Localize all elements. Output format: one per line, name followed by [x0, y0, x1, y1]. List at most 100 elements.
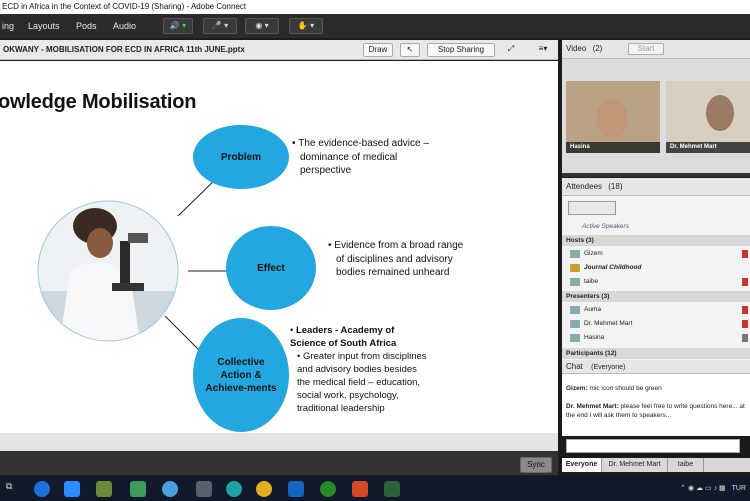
mic-status-icon [742, 278, 748, 286]
taskbar: ⧉ ⌃ ◉ ☁ ▭ ♪ ▦ TUR [0, 477, 750, 501]
effect-circle: Effect [226, 226, 316, 310]
excel-icon[interactable] [384, 481, 400, 497]
video-label: Hasina [566, 142, 660, 153]
attendee-row[interactable]: Journal Childhood [562, 261, 750, 275]
share-pod-title: OKWANY - MOBILISATION FOR ECD IN AFRICA … [3, 45, 245, 54]
chat-title: Chat [566, 362, 583, 371]
bullet-effect: • Evidence from a broad range of discipl… [328, 240, 464, 278]
bullet-collective-body: Greater input from disciplines and advis… [297, 351, 427, 414]
mic-status-icon [742, 334, 748, 342]
participants-group-header[interactable]: Participants (12) [562, 348, 750, 359]
outlook-icon[interactable] [288, 481, 304, 497]
attendees-count: (18) [608, 182, 623, 191]
chat-tab-everyone[interactable]: Everyone [562, 458, 602, 472]
bullet-problem: • The evidence-based advice – dominance … [292, 138, 429, 176]
scientist-image [38, 201, 178, 341]
system-tray: ⌃ ◉ ☁ ▭ ♪ ▦ TUR [680, 477, 746, 501]
problem-circle: Problem [193, 125, 289, 189]
effect-label: Effect [257, 262, 285, 274]
presenter-icon [570, 334, 580, 342]
zoom-icon[interactable] [64, 481, 80, 497]
fullscreen-icon[interactable]: ⤢ [504, 43, 518, 57]
attendee-row[interactable]: Gizem [562, 247, 750, 261]
active-speakers-row: Active Speakers [582, 223, 629, 230]
mic-status-icon [742, 306, 748, 314]
menu-item-meeting[interactable]: ing [2, 14, 14, 38]
view-toggle-group[interactable] [568, 201, 616, 215]
app-icon[interactable] [130, 481, 146, 497]
host-icon [570, 278, 580, 286]
video-pod-header: Video (2) Start [562, 40, 750, 59]
attendee-row[interactable]: Dr. Mehmet Mart [562, 317, 750, 331]
menu-item-audio[interactable]: Audio [113, 14, 136, 38]
raise-hand-button[interactable]: ✋ ▾ [289, 18, 323, 34]
task-view-icon[interactable]: ⧉ [6, 481, 22, 497]
chat-message: Gizem: mic icon should be green [566, 385, 662, 392]
collective-action-circle: Collective Action & Achieve-ments [193, 318, 289, 432]
video-count: (2) [592, 44, 603, 53]
skype-icon[interactable] [162, 481, 178, 497]
shared-slide: owledge Mobilisation Problem Effect Coll… [0, 61, 558, 433]
chat-pod-header: Chat (Everyone) [562, 360, 750, 374]
mehmet-face [706, 95, 734, 131]
accessibility-icon[interactable] [34, 481, 50, 497]
window-title: ECD in Africa in the Context of COVID-19… [2, 2, 247, 11]
chat-scope: (Everyone) [591, 364, 626, 371]
hasina-face [596, 99, 628, 139]
video-tile-hasina[interactable]: Hasina [566, 81, 660, 153]
mic-status-icon [742, 250, 748, 258]
host-icon [570, 250, 580, 258]
video-pod-title: Video [566, 44, 587, 53]
video-area: Hasina Dr. Mehmet Mart [562, 59, 750, 173]
bullet-collective-head: Leaders - Academy of Science of South Af… [290, 325, 397, 349]
chat-tab-mehmet[interactable]: Dr. Mehmet Mart [602, 458, 668, 472]
chat-tabs: Everyone Dr. Mehmet Mart taibe [562, 458, 750, 472]
sync-button[interactable]: Sync [520, 457, 552, 473]
whatsapp-icon[interactable] [320, 481, 336, 497]
bullet-collective: • Leaders - Academy of Science of South … [290, 325, 427, 414]
pod-menu-icon[interactable]: ≡▾ [536, 43, 550, 57]
problem-label: Problem [220, 151, 261, 163]
collective-action-label: Collective Action & Achieve-ments [205, 356, 277, 394]
tray-icons[interactable]: ⌃ ◉ ☁ ▭ ♪ ▦ [680, 485, 725, 492]
camera-button[interactable]: ◉ ▾ [245, 18, 279, 34]
chrome-icon[interactable] [256, 481, 272, 497]
mic-status-icon [742, 320, 748, 328]
attendee-row[interactable]: Hasina [562, 331, 750, 345]
hosts-group-header[interactable]: Hosts (3) [562, 235, 750, 246]
attendees-title: Attendees [566, 182, 603, 191]
pointer-button[interactable]: ↖ [400, 43, 420, 57]
stop-sharing-button[interactable]: Stop Sharing [427, 43, 495, 57]
share-pod-scroll-area [0, 433, 558, 451]
attendees-list: Active Speakers Hosts (3) Gizem Journal … [562, 196, 750, 360]
chat-input[interactable] [566, 439, 740, 453]
powerpoint-icon[interactable] [352, 481, 368, 497]
draw-button[interactable]: Draw [363, 43, 393, 57]
pod-divider [562, 173, 750, 177]
host-icon [570, 264, 580, 272]
language-indicator[interactable]: TUR [732, 485, 746, 492]
share-pod-header: OKWANY - MOBILISATION FOR ECD IN AFRICA … [0, 40, 558, 60]
speaker-button[interactable]: 🔊 ▾ [163, 18, 193, 34]
presenter-icon [570, 306, 580, 314]
chat-messages: Gizem: mic icon should be green Dr. Mehm… [562, 374, 750, 436]
chat-message: Dr. Mehmet Mart: please feel free to wri… [566, 403, 745, 419]
app-icon[interactable] [96, 481, 112, 497]
chat-tab-taibe[interactable]: taibe [668, 458, 704, 472]
attendee-row[interactable]: taibe [562, 275, 750, 289]
presenter-icon [570, 320, 580, 328]
menu-item-layouts[interactable]: Layouts [28, 14, 60, 38]
menu-bar: ing Layouts Pods Audio 🔊 ▾ 🎤 ▾ ◉ ▾ ✋ ▾ [0, 14, 750, 38]
window-title-bar: ECD in Africa in the Context of COVID-19… [0, 0, 750, 14]
video-label: Dr. Mehmet Mart [666, 142, 750, 153]
app-icon[interactable] [196, 481, 212, 497]
start-video-button[interactable]: Start [628, 43, 664, 55]
share-pod-toolbar: Sync [0, 453, 558, 475]
edge-icon[interactable] [226, 481, 242, 497]
attendee-row[interactable]: Auma [562, 303, 750, 317]
presenters-group-header[interactable]: Presenters (3) [562, 291, 750, 302]
microphone-button[interactable]: 🎤 ▾ [203, 18, 237, 34]
video-tile-mehmet[interactable]: Dr. Mehmet Mart [666, 81, 750, 153]
menu-item-pods[interactable]: Pods [76, 14, 97, 38]
attendees-pod-header: Attendees (18) [562, 178, 750, 196]
